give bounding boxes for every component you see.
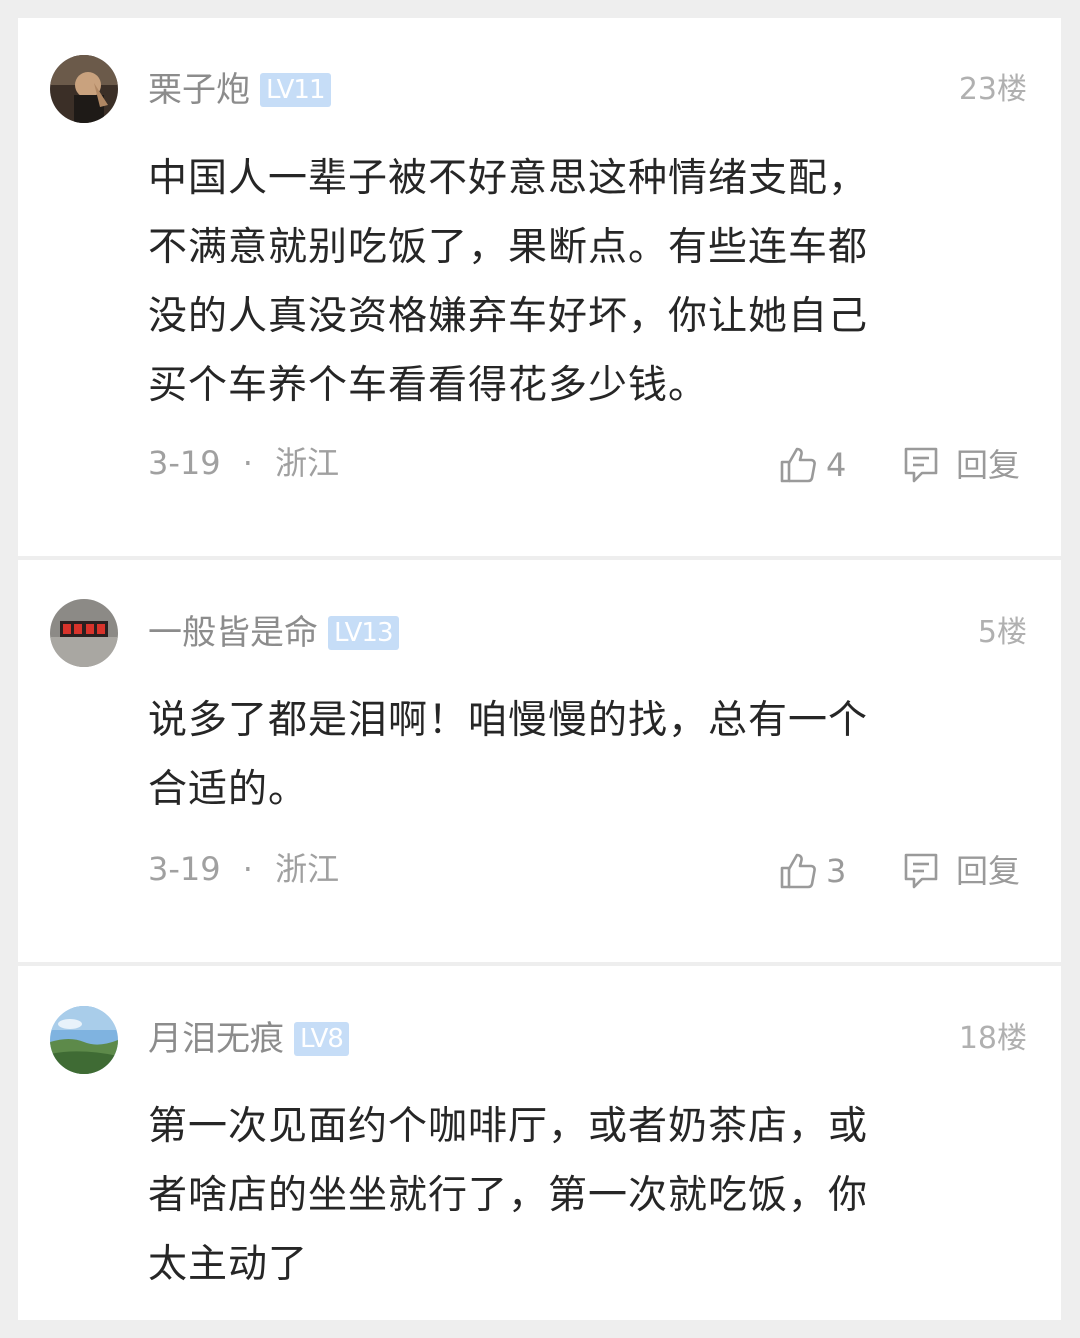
comment-line: 买个车养个车看看得花多少钱。 — [148, 363, 709, 408]
username[interactable]: 栗子炮 — [148, 70, 250, 110]
comment-line: 没的人真没资格嫌弃车好坏，你让她自己 — [148, 294, 869, 339]
comment-line: 不满意就别吃饭了，果断点。有些连车都 — [148, 225, 869, 270]
level-badge: LV11 — [260, 73, 331, 107]
comment-text: 说多了都是泪啊！咱慢慢的找，总有一个 合适的。 — [148, 686, 968, 824]
level-badge: LV13 — [328, 616, 399, 650]
thumbs-up-icon — [780, 853, 816, 889]
like-button[interactable]: 3 — [778, 851, 846, 891]
comment-meta: 3-19 · 浙江 — [148, 849, 339, 889]
user-avatar[interactable] — [50, 599, 118, 667]
comment-text: 第一次见面约个咖啡厅，或者奶茶店，或 者啥店的坐坐就行了，第一次就吃饭，你 太主… — [148, 1092, 968, 1299]
reply-label: 回复 — [956, 852, 1021, 890]
comment-line: 说多了都是泪啊！咱慢慢的找，总有一个 — [148, 698, 869, 743]
reply-button[interactable]: 回复 — [902, 851, 1020, 891]
comment-location: 浙江 — [275, 444, 340, 482]
comment-line: 合适的。 — [148, 767, 309, 812]
username[interactable]: 一般皆是命 — [148, 613, 318, 653]
user-avatar[interactable] — [50, 55, 118, 123]
thumbs-up-icon — [780, 447, 816, 483]
comment-meta: 3-19 · 浙江 — [148, 443, 339, 483]
level-badge: LV8 — [294, 1022, 349, 1056]
username-row: 月泪无痕 LV8 — [148, 1019, 349, 1059]
comment-card: 一般皆是命 LV13 5楼 说多了都是泪啊！咱慢慢的找，总有一个 合适的。 3-… — [18, 560, 1061, 962]
floor-number: 23楼 — [958, 72, 1027, 107]
floor-number: 18楼 — [958, 1021, 1027, 1056]
floor-number: 5楼 — [977, 615, 1027, 650]
comment-text: 中国人一辈子被不好意思这种情绪支配， 不满意就别吃饭了，果断点。有些连车都 没的… — [148, 144, 968, 420]
comment-card: 栗子炮 LV11 23楼 中国人一辈子被不好意思这种情绪支配， 不满意就别吃饭了… — [18, 18, 1061, 556]
comment-date: 3-19 — [148, 444, 221, 482]
username[interactable]: 月泪无痕 — [148, 1019, 284, 1059]
comment-list-page: 栗子炮 LV11 23楼 中国人一辈子被不好意思这种情绪支配， 不满意就别吃饭了… — [0, 0, 1080, 1338]
reply-label: 回复 — [956, 446, 1021, 484]
comment-card: 月泪无痕 LV8 18楼 第一次见面约个咖啡厅，或者奶茶店，或 者啥店的坐坐就行… — [18, 966, 1061, 1320]
username-row: 一般皆是命 LV13 — [148, 613, 399, 653]
meta-separator: · — [242, 850, 253, 888]
comment-line: 者啥店的坐坐就行了，第一次就吃饭，你 — [148, 1173, 869, 1218]
comment-line: 太主动了 — [148, 1242, 309, 1287]
like-button[interactable]: 4 — [778, 445, 846, 485]
user-avatar[interactable] — [50, 1006, 118, 1074]
like-count: 3 — [826, 852, 847, 890]
meta-separator: · — [242, 444, 253, 482]
comment-location: 浙江 — [275, 850, 340, 888]
comment-line: 第一次见面约个咖啡厅，或者奶茶店，或 — [148, 1104, 869, 1149]
comment-bubble-icon — [904, 853, 938, 889]
username-row: 栗子炮 LV11 — [148, 70, 331, 110]
comment-date: 3-19 — [148, 850, 221, 888]
comment-line: 中国人一辈子被不好意思这种情绪支配， — [148, 156, 869, 201]
comment-bubble-icon — [904, 447, 938, 483]
like-count: 4 — [826, 446, 847, 484]
reply-button[interactable]: 回复 — [902, 445, 1020, 485]
